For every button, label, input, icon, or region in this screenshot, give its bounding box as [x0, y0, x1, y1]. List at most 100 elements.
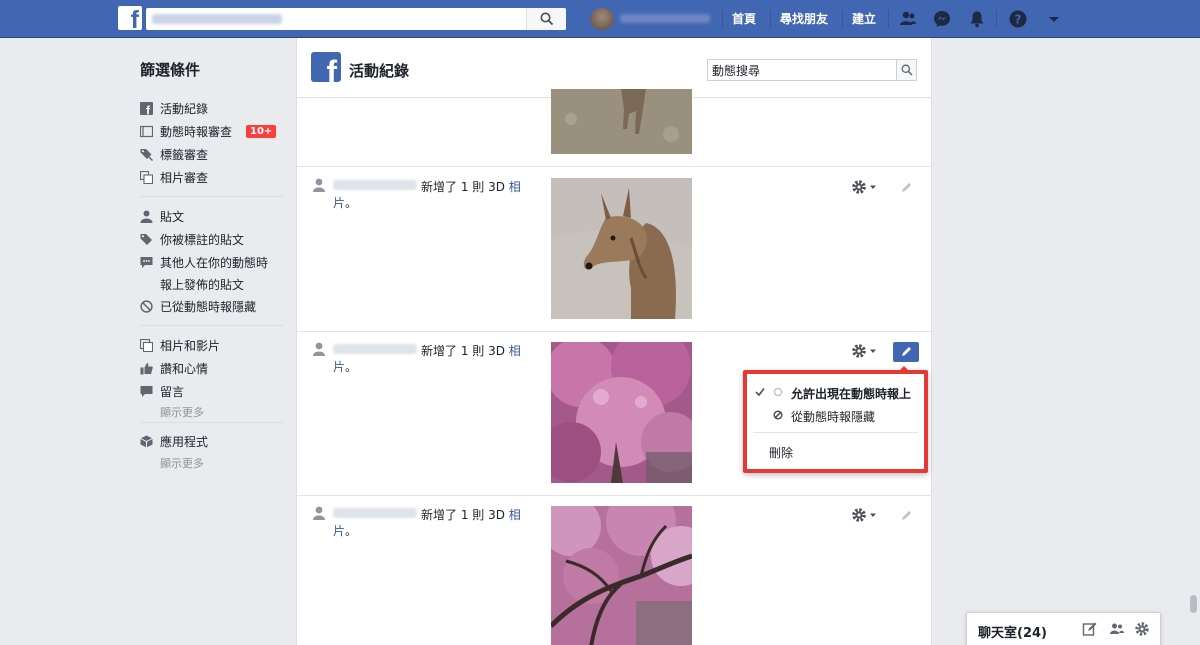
pencil-icon[interactable] — [893, 506, 919, 526]
sidebar-divider — [140, 422, 283, 423]
photo-thumbnail[interactable] — [551, 506, 692, 645]
messenger-icon[interactable] — [932, 9, 952, 29]
menu-item-label: 從動態時報隱藏 — [791, 410, 876, 424]
tag-review-icon — [140, 148, 153, 161]
activity-text: 新增了 1 則 3D 相片。 — [333, 343, 523, 375]
sidebar-item-apps[interactable]: 應用程式 — [140, 433, 208, 449]
sidebar-item-tag-review[interactable]: 標籤審查 — [140, 146, 208, 162]
avatar[interactable] — [590, 8, 614, 30]
activity-search-input[interactable] — [708, 60, 896, 80]
nav-divider — [770, 10, 771, 28]
show-more-link[interactable]: 顯示更多 — [160, 455, 204, 471]
sidebar-item-tagged-posts[interactable]: 你被標註的貼文 — [140, 231, 244, 247]
show-more-link[interactable]: 顯示更多 — [160, 404, 204, 420]
svg-text:?: ? — [1015, 13, 1022, 27]
gear-icon[interactable] — [851, 179, 879, 195]
nav-find-friends-link[interactable]: 尋找朋友 — [780, 10, 828, 27]
activity-suffix: 。 — [345, 524, 358, 538]
friends-icon[interactable] — [898, 9, 918, 29]
activity-log-icon: f — [140, 101, 153, 115]
sidebar-item-hidden-from-timeline[interactable]: 已從動態時報隱藏 — [140, 298, 256, 314]
nav-home-link[interactable]: 首頁 — [732, 10, 756, 27]
activity-log-panel: f 活動紀錄 新增了 1 則 3D 相片。 — [296, 38, 932, 645]
checkmark-icon — [755, 388, 765, 397]
gear-icon[interactable] — [1134, 621, 1150, 637]
sidebar-item-activity-log[interactable]: f 活動紀錄 — [140, 100, 208, 116]
like-icon — [140, 362, 153, 374]
sidebar-item-others-posts-line2[interactable]: 報上發佈的貼文 — [160, 276, 244, 292]
sidebar-item-comments[interactable]: 留言 — [140, 383, 184, 399]
list-item: 新增了 1 則 3D 相片。 — [297, 168, 931, 332]
search-text-redacted — [152, 14, 282, 24]
gear-icon[interactable] — [851, 343, 879, 359]
search-icon — [901, 64, 913, 76]
comment-icon — [140, 256, 153, 268]
help-icon[interactable]: ? — [1008, 9, 1028, 29]
chat-label: 聊天室(24) — [978, 626, 1047, 641]
sidebar-item-others-posts[interactable]: 其他人在你的動態時 — [140, 254, 268, 270]
notifications-icon[interactable] — [967, 9, 987, 29]
sidebar-item-photos-videos[interactable]: 相片和影片 — [140, 337, 220, 353]
facebook-logo: f — [311, 52, 341, 82]
activity-description: 新增了 1 則 3D — [421, 508, 509, 522]
nav-divider — [722, 10, 723, 28]
gear-icon[interactable] — [851, 507, 879, 523]
filters-title: 篩選條件 — [140, 61, 201, 79]
person-icon — [313, 342, 325, 356]
global-search-input[interactable] — [146, 8, 566, 30]
photos-icon — [140, 338, 153, 352]
list-item: 新增了 1 則 3D 相片。 — [297, 496, 931, 645]
sidebar-item-posts[interactable]: 貼文 — [140, 208, 184, 224]
activity-search[interactable] — [707, 59, 917, 81]
activity-search-button[interactable] — [896, 60, 916, 80]
photo-thumbnail[interactable] — [551, 342, 692, 483]
nav-divider — [996, 10, 997, 28]
notification-badge: 10+ — [246, 124, 277, 138]
apps-icon — [140, 435, 153, 447]
sidebar-item-label: 相片和影片 — [160, 338, 221, 353]
compose-icon[interactable] — [1082, 621, 1098, 637]
sidebar-item-label: 貼文 — [160, 209, 185, 224]
menu-item-delete[interactable]: 刪除 — [747, 441, 924, 461]
sidebar-item-likes-reactions[interactable]: 讚和心情 — [140, 360, 208, 376]
menu-item-allow-on-timeline[interactable]: 允許出現在動態時報上 — [747, 382, 924, 402]
photo-thumbnail[interactable] — [551, 89, 692, 154]
activity-suffix: 。 — [345, 196, 358, 210]
hidden-icon — [773, 410, 783, 420]
hidden-icon — [140, 299, 153, 313]
visibility-dropdown-menu: 允許出現在動態時報上 從動態時報隱藏 刪除 — [743, 366, 928, 473]
chat-sidebar-tab[interactable]: 聊天室(24) — [966, 612, 1161, 645]
chevron-down-icon[interactable] — [1044, 9, 1064, 29]
sidebar-item-timeline-review[interactable]: 動態時報審查 10+ — [140, 123, 277, 139]
search-icon — [540, 12, 554, 26]
photo-thumbnail[interactable] — [551, 178, 692, 319]
menu-item-label: 允許出現在動態時報上 — [791, 387, 912, 401]
new-group-icon[interactable] — [1109, 621, 1125, 637]
nav-create-link[interactable]: 建立 — [852, 10, 876, 27]
menu-divider — [753, 432, 918, 433]
top-navigation-bar: f 首頁 尋找朋友 建立 ? — [0, 0, 1200, 38]
sidebar-item-label: 其他人在你的動態時 — [160, 255, 269, 270]
person-icon — [313, 178, 325, 192]
facebook-logo-letter: f — [326, 54, 337, 82]
sidebar-item-label: 標籤審查 — [160, 147, 209, 162]
nav-divider — [842, 10, 843, 28]
search-button[interactable] — [526, 8, 566, 30]
dropdown-caret — [898, 366, 910, 372]
list-item — [297, 89, 931, 167]
pencil-icon[interactable] — [893, 178, 919, 198]
sidebar-item-label: 讚和心情 — [160, 361, 209, 376]
profile-name-redacted[interactable] — [620, 14, 710, 23]
menu-item-hide-from-timeline[interactable]: 從動態時報隱藏 — [747, 405, 924, 425]
pencil-icon[interactable] — [893, 342, 919, 362]
facebook-logo[interactable]: f — [118, 6, 142, 33]
radio-circle-icon — [773, 387, 783, 397]
page-scrollbar[interactable] — [1190, 595, 1197, 613]
sidebar-item-label: 活動紀錄 — [160, 101, 209, 116]
activity-suffix: 。 — [345, 360, 358, 374]
photo-review-icon — [140, 170, 153, 184]
sidebar-item-label: 已從動態時報隱藏 — [160, 299, 257, 314]
sidebar-item-photo-review[interactable]: 相片審查 — [140, 169, 208, 185]
sidebar-item-label: 報上發佈的貼文 — [160, 277, 245, 292]
nav-divider — [888, 10, 889, 28]
